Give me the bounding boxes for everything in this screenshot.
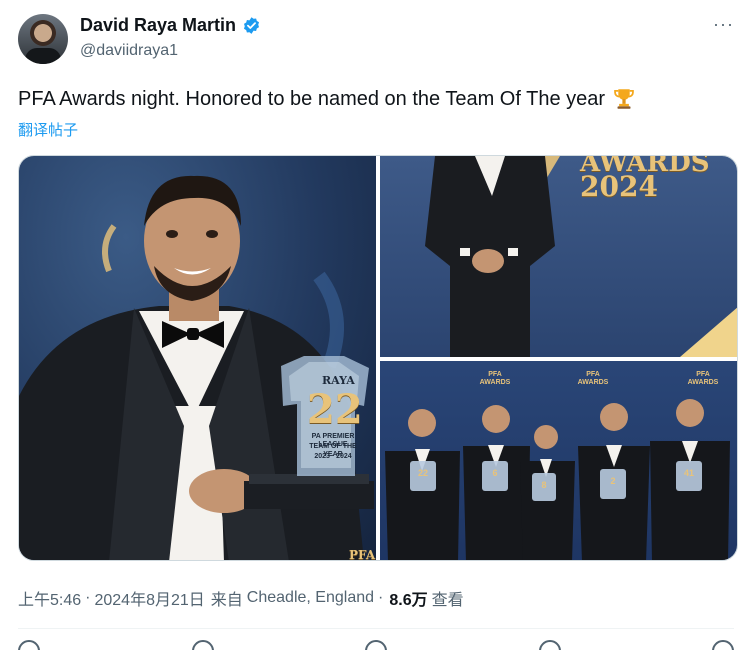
like-icon[interactable]: [365, 640, 387, 650]
views-count: 8.6万: [389, 592, 428, 609]
photo-3-illustration: [385, 399, 730, 560]
author-handle[interactable]: @daviidraya1: [80, 42, 178, 60]
photo1-corner-text: PFA: [349, 548, 376, 561]
trophy-number-label: 22: [307, 386, 363, 433]
photo-1-illustration: [19, 175, 374, 560]
tweet-time[interactable]: 上午5:46: [18, 586, 81, 610]
tweet-meta: 上午5:46 · 2024年8月21日 来自 Cheadle, England …: [18, 586, 464, 610]
tweet-body: PFA Awards night. Honored to be named on…: [18, 87, 606, 110]
media-grid: RAYA 22 PA PREMIER LEAGUE TEAM OF THE YE…: [18, 155, 738, 561]
share-icon[interactable]: [712, 640, 734, 650]
photo2-year: 2024: [580, 170, 658, 203]
verified-badge-icon: [244, 17, 260, 34]
author-avatar[interactable]: [18, 14, 68, 64]
meta-separator-1: ·: [85, 589, 91, 606]
retweet-icon[interactable]: [191, 640, 214, 650]
meta-separator-2: ·: [378, 589, 384, 606]
photo3-number-4: 2: [610, 476, 616, 486]
divider: [18, 628, 734, 629]
tweet-location[interactable]: Cheadle, England: [247, 589, 374, 607]
trophy-caption-3: 2023 · 2024: [314, 453, 352, 460]
photo3-number-1: 22: [417, 468, 428, 478]
tweet-text: PFA Awards night. Honored to be named on…: [18, 86, 637, 112]
action-bar: [18, 640, 734, 650]
source-prefix: 来自: [210, 592, 243, 609]
photo-1[interactable]: RAYA 22 PA PREMIER LEAGUE TEAM OF THE YE…: [19, 156, 376, 561]
bookmark-icon[interactable]: [538, 640, 561, 650]
views-label: 查看: [431, 592, 464, 609]
author-name-row: David Raya Martin: [80, 15, 261, 36]
photo3-number-3: 8: [541, 480, 547, 490]
reply-icon[interactable]: [18, 640, 40, 650]
photo3-number-2: 6: [492, 468, 498, 478]
photo-2-illustration: [425, 156, 737, 357]
author-display-name[interactable]: David Raya Martin: [80, 15, 236, 36]
photo-2[interactable]: AWARDS 2024: [380, 156, 737, 357]
translate-post-link[interactable]: 翻译帖子: [18, 119, 78, 140]
trophy-icon: [614, 89, 634, 109]
photo-3[interactable]: PFA AWARDS PFA AWARDS PFA AWARDS 22 6 8 …: [380, 361, 737, 560]
tweet-date[interactable]: 2024年8月21日: [94, 586, 204, 610]
photo3-number-5: 41: [683, 468, 694, 478]
more-options-button[interactable]: ···: [713, 14, 734, 35]
